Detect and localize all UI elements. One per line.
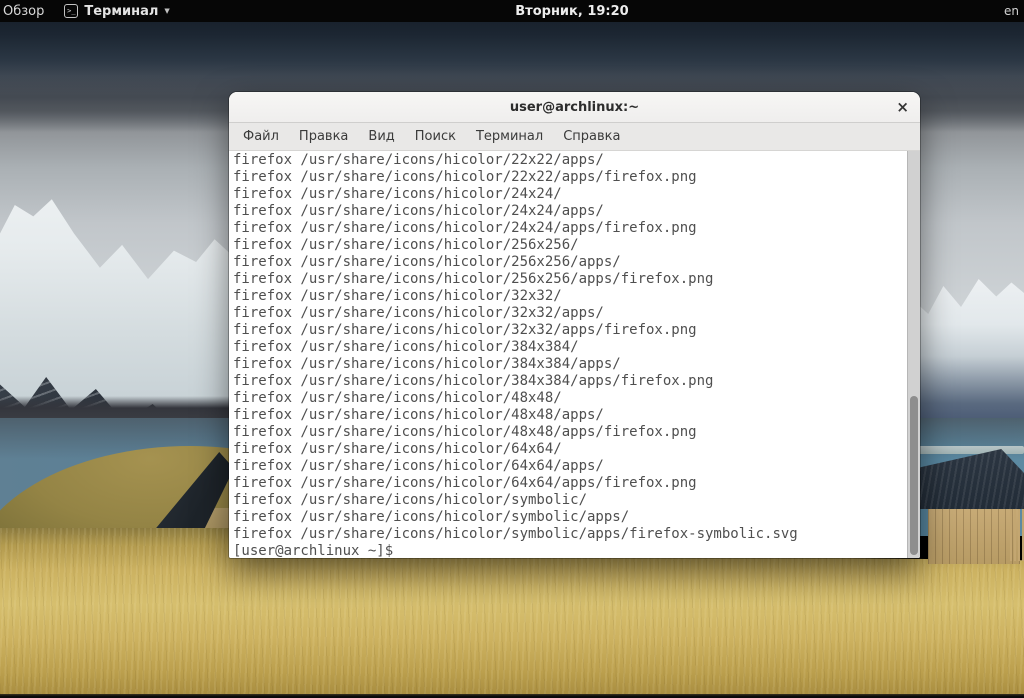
prompt-line: [user@archlinux ~]$	[233, 543, 394, 558]
keyboard-layout-indicator[interactable]: en	[1004, 4, 1019, 18]
terminal-line: firefox /usr/share/icons/hicolor/32x32/a…	[233, 322, 697, 338]
terminal-output: firefox /usr/share/icons/hicolor/22x22/a…	[233, 152, 920, 543]
menu-item[interactable]: Файл	[233, 125, 289, 148]
top-bar: Обзор >_ Терминал ▼ Вторник, 19:20 en	[0, 0, 1024, 22]
terminal-line: firefox /usr/share/icons/hicolor/22x22/a…	[233, 169, 697, 185]
terminal-line: firefox /usr/share/icons/hicolor/384x384…	[233, 356, 621, 372]
scrollbar-track[interactable]	[907, 151, 920, 558]
menu-item[interactable]: Поиск	[405, 125, 466, 148]
terminal-icon: >_	[64, 4, 79, 18]
menu-item[interactable]: Справка	[553, 125, 630, 148]
terminal-line: firefox /usr/share/icons/hicolor/48x48/	[233, 390, 562, 406]
terminal-line: firefox /usr/share/icons/hicolor/48x48/a…	[233, 424, 697, 440]
wallpaper-fence	[1010, 509, 1024, 561]
terminal-line: firefox /usr/share/icons/hicolor/48x48/a…	[233, 407, 604, 423]
close-button[interactable]: ×	[896, 92, 909, 122]
menu-item[interactable]: Правка	[289, 125, 358, 148]
terminal-line: firefox /usr/share/icons/hicolor/256x256…	[233, 254, 621, 270]
terminal-line: firefox /usr/share/icons/hicolor/symboli…	[233, 526, 798, 542]
terminal-line: firefox /usr/share/icons/hicolor/256x256…	[233, 237, 579, 253]
activities-button[interactable]: Обзор	[0, 4, 52, 19]
terminal-line: firefox /usr/share/icons/hicolor/64x64/a…	[233, 458, 604, 474]
terminal-line: firefox /usr/share/icons/hicolor/256x256…	[233, 271, 714, 287]
terminal-line: firefox /usr/share/icons/hicolor/symboli…	[233, 509, 630, 525]
terminal-line: firefox /usr/share/icons/hicolor/384x384…	[233, 373, 714, 389]
terminal-line: firefox /usr/share/icons/hicolor/22x22/a…	[233, 152, 604, 168]
terminal-line: firefox /usr/share/icons/hicolor/384x384…	[233, 339, 579, 355]
wallpaper-right-house-wall	[928, 506, 1020, 564]
menu-item[interactable]: Вид	[358, 125, 404, 148]
terminal-content[interactable]: firefox /usr/share/icons/hicolor/22x22/a…	[229, 151, 920, 558]
screen-bottom-strip	[0, 694, 1024, 698]
terminal-line: firefox /usr/share/icons/hicolor/24x24/	[233, 186, 562, 202]
terminal-line: firefox /usr/share/icons/hicolor/64x64/a…	[233, 475, 697, 491]
chevron-down-icon: ▼	[164, 7, 170, 15]
window-titlebar[interactable]: user@archlinux:~ ×	[229, 92, 920, 123]
terminal-window: user@archlinux:~ × Файл Правка Вид Поиск Тер…	[229, 92, 920, 558]
terminal-line: firefox /usr/share/icons/hicolor/64x64/	[233, 441, 562, 457]
clock-button[interactable]: Вторник, 19:20	[515, 4, 628, 19]
focused-app-label: Терминал	[84, 3, 159, 19]
terminal-line: firefox /usr/share/icons/hicolor/24x24/a…	[233, 220, 697, 236]
menu-item[interactable]: Терминал	[466, 125, 553, 148]
terminal-line: firefox /usr/share/icons/hicolor/symboli…	[233, 492, 588, 508]
window-title: user@archlinux:~	[509, 99, 640, 115]
scrollbar-thumb[interactable]	[910, 396, 918, 555]
terminal-line: firefox /usr/share/icons/hicolor/32x32/a…	[233, 305, 604, 321]
menu-bar: Файл Правка Вид Поиск Терминал Справка	[229, 123, 920, 151]
terminal-line: firefox /usr/share/icons/hicolor/32x32/	[233, 288, 562, 304]
focused-app-menu[interactable]: >_ Терминал ▼	[64, 3, 170, 19]
terminal-line: firefox /usr/share/icons/hicolor/24x24/a…	[233, 203, 604, 219]
